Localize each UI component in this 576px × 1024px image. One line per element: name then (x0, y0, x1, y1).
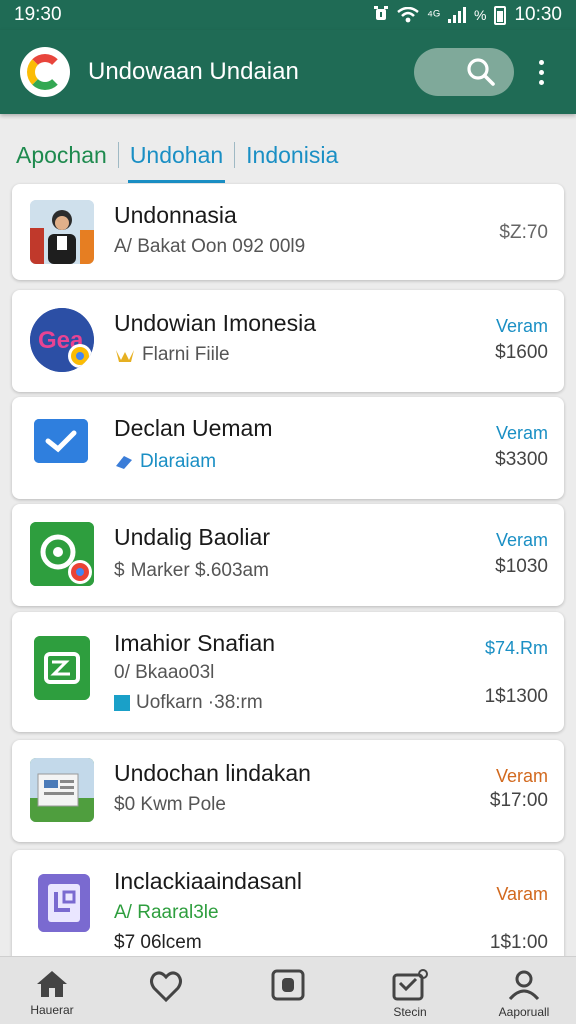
item-price: 1$1300 (484, 686, 548, 707)
network-type-icon: ⁴ᴳ (427, 7, 440, 23)
nav-camera[interactable] (238, 957, 338, 1024)
list-item[interactable]: Imahior Snafian 0/ Bkaao03l Uofkarn ·38:… (12, 612, 564, 732)
camera-icon (271, 969, 305, 1001)
more-vert-icon[interactable] (526, 48, 556, 96)
list-item[interactable]: Undonnasia A/ Bakat Oon 092 00l9 $Z:70 (12, 184, 564, 280)
item-price: $1030 (495, 556, 548, 577)
item-subtitle: A/ Raaral3le (114, 902, 219, 923)
list-item[interactable]: Undalig Baoliar $ Marker $.603am Veram $… (12, 504, 564, 606)
item-title: Undochan lindakan (114, 760, 311, 786)
item-subtitle: $ Marker $.603am (114, 560, 269, 581)
item-subtitle: A/ Bakat Oon 092 00l9 (114, 236, 306, 257)
item-title: Undonnasia (114, 202, 237, 228)
inbox-icon (392, 969, 428, 1001)
item-price: $1600 (495, 342, 548, 363)
nav-favorites[interactable] (116, 957, 216, 1024)
item-tag: Veram (495, 316, 548, 336)
tab-divider (234, 142, 236, 168)
mail-app-icon (34, 419, 88, 463)
status-bar: 19:30 ⁴ᴳ % 10:30 (0, 0, 576, 30)
tab-apochan[interactable]: Apochan (14, 128, 109, 183)
bottom-navigation: Hauerar Stecin Aaporuall (0, 956, 576, 1024)
gea-app-icon: Gea (30, 308, 94, 372)
list-item[interactable]: Inclackiaaindasanl A/ Raaral3le $7 06lce… (12, 850, 564, 968)
battery-icon (494, 5, 507, 25)
signal-icon (448, 7, 466, 23)
status-time: 19:30 (14, 4, 62, 25)
profile-icon (508, 970, 540, 1001)
item-subtitle-secondary: Uofkarn ·38:rm (114, 692, 263, 714)
search-icon (467, 58, 495, 86)
item-title: Inclackiaaindasanl (114, 868, 302, 894)
item-subtitle-secondary: $7 06lcem (114, 932, 202, 953)
list-item[interactable]: Undochan lindakan $0 Kwm Pole Veram $17:… (12, 740, 564, 842)
app-title: Undowaan Undaian (88, 58, 299, 85)
notes-app-icon (38, 874, 90, 932)
status-icons: ⁴ᴳ % 10:30 (373, 4, 562, 26)
item-title: Imahior Snafian (114, 630, 276, 656)
item-tag: Veram (495, 530, 548, 550)
nav-home[interactable]: Hauerar (2, 957, 102, 1024)
green-app-icon (30, 522, 94, 586)
item-tag: Veram (495, 766, 548, 786)
item-price: $3300 (495, 449, 548, 470)
tab-bar: Apochan Undohan Indonisia (0, 126, 576, 184)
item-tag: Veram (495, 423, 548, 443)
app-logo-icon[interactable] (20, 47, 70, 97)
nav-inbox[interactable]: Stecin (360, 957, 460, 1024)
item-title: Undalig Baoliar (114, 524, 270, 550)
nav-label: Hauerar (30, 1003, 74, 1017)
home-icon (37, 971, 67, 997)
nav-profile[interactable]: Aaporuall (474, 957, 574, 1024)
search-button[interactable] (414, 48, 514, 96)
dollar-icon: $ (114, 560, 125, 581)
item-price: 1$1:00 (489, 932, 548, 953)
square-icon (114, 695, 130, 711)
alarm-icon (374, 6, 389, 20)
item-subtitle: Dlaraiam (114, 451, 216, 473)
item-subtitle: Flarni Fiile (114, 344, 230, 366)
award-icon (116, 350, 134, 362)
people-photo-thumbnail (30, 200, 94, 264)
tab-indonisia[interactable]: Indonisia (244, 128, 340, 183)
tab-divider (117, 142, 119, 168)
item-title: Undowian Imonesia (114, 310, 317, 336)
heart-icon (150, 971, 182, 1003)
tag-icon (116, 456, 132, 469)
list-item[interactable]: Declan Uemam Dlaraiam Veram $3300 (12, 397, 564, 499)
item-tag: $74.Rm (484, 638, 548, 658)
item-price: $Z:70 (499, 222, 548, 243)
wifi-icon (397, 7, 419, 23)
item-title: Declan Uemam (114, 415, 273, 441)
battery-percent-icon: % (474, 7, 487, 23)
item-tag: Varam (496, 884, 548, 904)
nav-label: Stecin (393, 1005, 427, 1019)
app-bar: Undowaan Undaian (0, 30, 576, 114)
nav-label: Aaporuall (498, 1005, 550, 1019)
sheet-app-icon (34, 636, 90, 700)
list-item[interactable]: Gea Undowian Imonesia Flarni Fiile Veram… (12, 290, 564, 392)
item-subtitle: 0/ Bkaao03l (114, 662, 215, 683)
tab-undohan[interactable]: Undohan (127, 128, 226, 183)
item-price: $17:00 (489, 790, 548, 811)
item-subtitle: $0 Kwm Pole (114, 794, 226, 815)
status-clock: 10:30 (514, 4, 562, 25)
document-photo-thumbnail (30, 758, 94, 822)
